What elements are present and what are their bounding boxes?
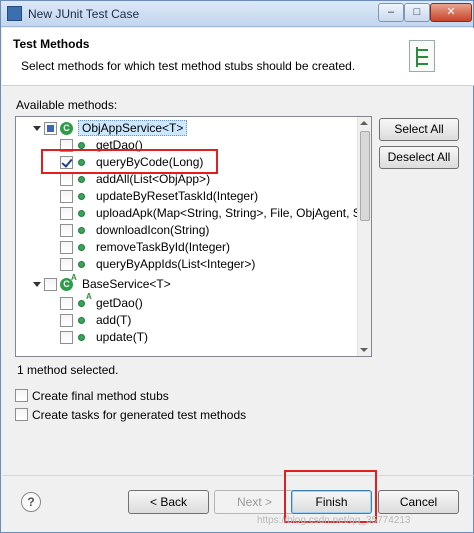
wizard-header: Test Methods Select methods for which te… bbox=[2, 28, 474, 86]
tree-method-row-selected[interactable]: queryByCode(Long) bbox=[16, 154, 356, 171]
method-label: add(T) bbox=[96, 313, 132, 327]
class-checkbox[interactable] bbox=[44, 278, 57, 291]
tree-method-row[interactable]: queryByAppIds(List<Integer>) bbox=[16, 256, 356, 273]
footer-divider bbox=[2, 475, 474, 476]
expand-arrow-icon[interactable] bbox=[33, 282, 41, 287]
method-label: getDao() bbox=[96, 138, 143, 152]
final-stubs-checkbox[interactable] bbox=[15, 389, 28, 402]
deselect-all-button[interactable]: Deselect All bbox=[379, 146, 459, 169]
method-label: downloadIcon(String) bbox=[96, 223, 210, 237]
test-methods-banner-icon bbox=[409, 40, 435, 72]
methods-tree-viewport: C ObjAppService<T> getDao() queryByCode(… bbox=[16, 117, 358, 356]
methods-tree[interactable]: C ObjAppService<T> getDao() queryByCode(… bbox=[15, 116, 372, 357]
option-create-tasks[interactable]: Create tasks for generated test methods bbox=[15, 407, 315, 423]
method-checkbox[interactable] bbox=[60, 190, 73, 203]
method-label: update(T) bbox=[96, 330, 149, 344]
class-checkbox[interactable] bbox=[44, 122, 57, 135]
scroll-thumb[interactable] bbox=[360, 131, 370, 221]
tree-method-row[interactable]: updateByResetTaskId(Integer) bbox=[16, 188, 356, 205]
final-stubs-label: Create final method stubs bbox=[32, 389, 169, 403]
public-method-icon bbox=[78, 317, 85, 324]
tree-method-row[interactable]: removeTaskById(Integer) bbox=[16, 239, 356, 256]
method-checkbox[interactable] bbox=[60, 258, 73, 271]
tree-method-row[interactable]: getDao() bbox=[16, 137, 356, 154]
method-checkbox[interactable] bbox=[60, 297, 73, 310]
method-label: addAll(List<ObjApp>) bbox=[96, 172, 211, 186]
scroll-down-icon[interactable] bbox=[360, 348, 368, 352]
method-checkbox[interactable] bbox=[60, 314, 73, 327]
method-checkbox-checked[interactable] bbox=[60, 156, 73, 169]
public-method-icon bbox=[78, 176, 85, 183]
watermark-text: https://blog.csdn.net/qq_35774213 bbox=[257, 515, 411, 526]
maximize-button[interactable]: □ bbox=[404, 3, 430, 22]
close-button[interactable]: ✕ bbox=[430, 3, 472, 22]
method-checkbox[interactable] bbox=[60, 173, 73, 186]
method-label: removeTaskById(Integer) bbox=[96, 240, 231, 254]
finish-button[interactable]: Finish bbox=[291, 490, 372, 514]
title-bar: New JUnit Test Case – □ ✕ bbox=[1, 1, 473, 27]
abstract-marker: A bbox=[71, 273, 77, 282]
tree-method-row[interactable]: add(T) bbox=[16, 312, 356, 329]
tree-method-row[interactable]: A getDao() bbox=[16, 292, 356, 312]
create-tasks-checkbox[interactable] bbox=[15, 408, 28, 421]
cancel-button[interactable]: Cancel bbox=[378, 490, 459, 514]
public-method-icon bbox=[78, 142, 85, 149]
abstract-marker: A bbox=[86, 292, 92, 301]
help-icon[interactable]: ? bbox=[21, 492, 41, 512]
back-button[interactable]: < Back bbox=[128, 490, 209, 514]
minimize-button[interactable]: – bbox=[378, 3, 404, 22]
page-title: Test Methods bbox=[13, 37, 90, 51]
method-checkbox[interactable] bbox=[60, 207, 73, 220]
public-method-icon bbox=[78, 244, 85, 251]
tree-method-row[interactable]: downloadIcon(String) bbox=[16, 222, 356, 239]
page-description: Select methods for which test method stu… bbox=[21, 59, 356, 73]
public-method-icon bbox=[78, 193, 85, 200]
method-label: queryByCode(Long) bbox=[96, 155, 204, 169]
tree-vertical-scrollbar[interactable] bbox=[357, 117, 371, 356]
select-all-button[interactable]: Select All bbox=[379, 118, 459, 141]
public-method-icon bbox=[78, 159, 85, 166]
method-label: queryByAppIds(List<Integer>) bbox=[96, 257, 256, 271]
tree-class-row[interactable]: C ObjAppService<T> bbox=[16, 120, 356, 137]
method-label: getDao() bbox=[96, 296, 143, 310]
method-checkbox[interactable] bbox=[60, 241, 73, 254]
expand-arrow-icon[interactable] bbox=[33, 126, 41, 131]
public-method-icon bbox=[78, 261, 85, 268]
class-label: BaseService<T> bbox=[82, 277, 171, 291]
method-label: uploadApk(Map<String, String>, File, Obj… bbox=[96, 206, 358, 220]
tree-class-row[interactable]: C A BaseService<T> bbox=[16, 273, 356, 293]
window-title: New JUnit Test Case bbox=[28, 7, 140, 21]
tree-method-row[interactable]: uploadApk(Map<String, String>, File, Obj… bbox=[16, 205, 358, 222]
scroll-up-icon[interactable] bbox=[360, 121, 368, 125]
create-tasks-label: Create tasks for generated test methods bbox=[32, 408, 247, 422]
tree-method-row[interactable]: addAll(List<ObjApp>) bbox=[16, 171, 356, 188]
public-method-icon bbox=[78, 227, 85, 234]
dialog-window: New JUnit Test Case – □ ✕ Test Methods S… bbox=[0, 0, 474, 533]
method-checkbox[interactable] bbox=[60, 331, 73, 344]
public-method-icon bbox=[78, 300, 85, 307]
method-label: updateByResetTaskId(Integer) bbox=[96, 189, 259, 203]
tree-method-row[interactable]: update(T) bbox=[16, 329, 356, 346]
eclipse-app-icon bbox=[7, 6, 22, 21]
next-button[interactable]: Next > bbox=[214, 490, 295, 514]
class-label: ObjAppService<T> bbox=[78, 120, 188, 136]
public-method-icon bbox=[78, 210, 85, 217]
option-final-stubs[interactable]: Create final method stubs bbox=[15, 388, 315, 404]
method-checkbox[interactable] bbox=[60, 139, 73, 152]
class-icon: C bbox=[60, 122, 73, 135]
public-method-icon bbox=[78, 334, 85, 341]
available-methods-label: Available methods: bbox=[16, 98, 118, 112]
selection-status: 1 method selected. bbox=[17, 363, 119, 377]
method-checkbox[interactable] bbox=[60, 224, 73, 237]
